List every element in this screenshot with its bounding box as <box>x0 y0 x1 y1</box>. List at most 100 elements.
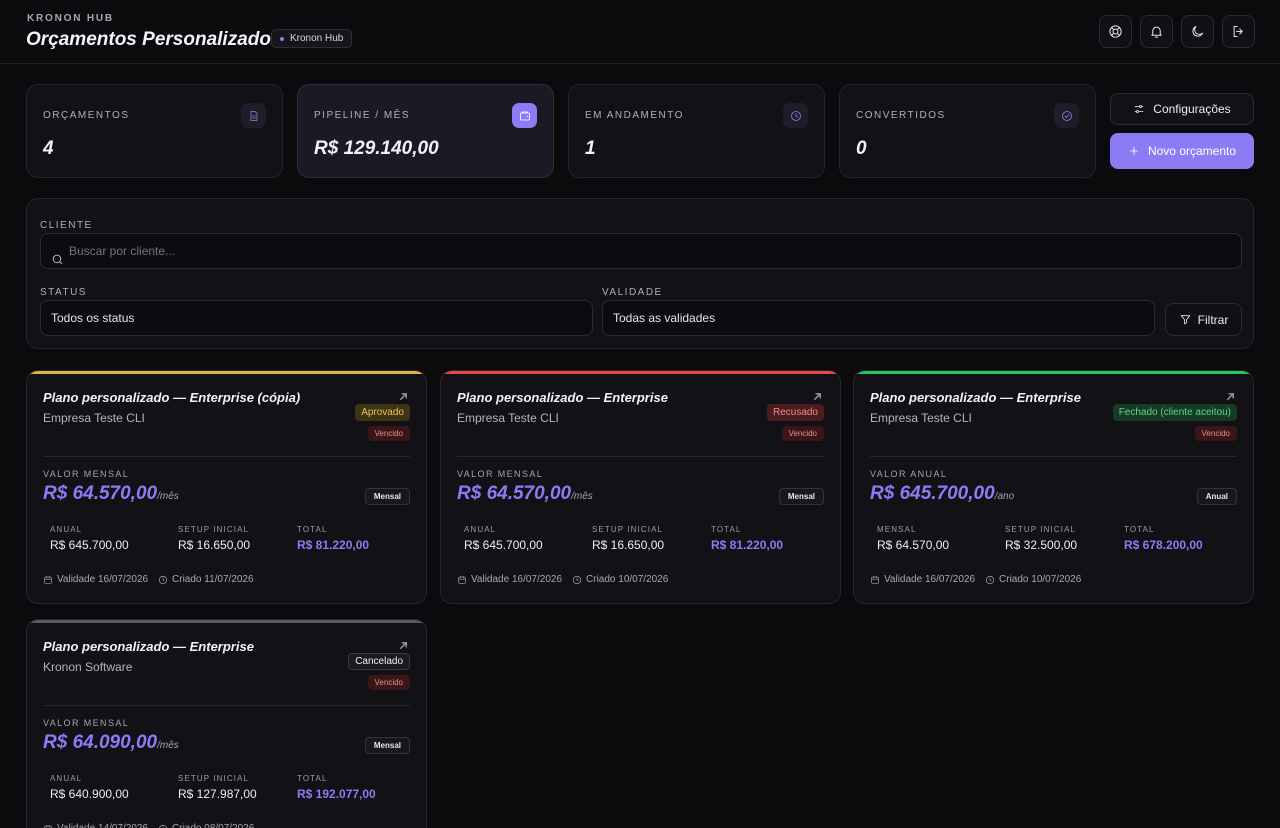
main-value-suffix: /mês <box>157 740 179 751</box>
open-quote-link[interactable] <box>813 388 822 400</box>
stat-label: PIPELINE / MÊS <box>314 110 411 121</box>
clock-icon <box>790 110 801 121</box>
logout-button[interactable] <box>1222 15 1255 48</box>
sub-metric-value: R$ 16.650,00 <box>592 538 665 552</box>
plus-icon <box>1130 147 1138 155</box>
card-divider <box>43 705 410 706</box>
quote-title: Plano personalizado — Enterprise <box>457 390 668 405</box>
status-stripe <box>441 371 840 374</box>
status-badge: Fechado (cliente aceitou) <box>1112 404 1237 421</box>
logout-icon <box>1233 26 1243 37</box>
arrow-up-right-icon <box>814 393 821 400</box>
main-value: R$ 64.570,00/mês <box>43 483 179 505</box>
card-footer: Validade 14/07/2026 Criado 08/07/2026 <box>43 823 254 828</box>
top-bar: KRONON HUB Orçamentos Personalizados Kro… <box>0 0 1280 64</box>
settings-button-label: Configurações <box>1153 102 1231 116</box>
document-icon <box>250 110 257 121</box>
quote-card[interactable]: Plano personalizado — Enterprise (cópia)… <box>26 370 427 604</box>
created-date: Criado 11/07/2026 <box>172 574 254 585</box>
clock-icon <box>572 575 582 584</box>
quote-card[interactable]: Plano personalizado — Enterprise Kronon … <box>26 619 427 828</box>
status-badge: Recusado <box>766 404 824 421</box>
workspace-badge: Kronon Hub <box>271 29 353 48</box>
quote-client: Empresa Teste CLI <box>457 411 559 425</box>
filter-button-label: Filtrar <box>1197 312 1229 327</box>
sub-metric-label: SETUP INICIAL <box>178 774 250 783</box>
search-icon <box>52 254 63 265</box>
card-divider <box>870 456 1237 457</box>
card-divider <box>457 456 824 457</box>
quote-card[interactable]: Plano personalizado — Enterprise Empresa… <box>440 370 841 604</box>
page-title: Orçamentos Personalizados <box>26 29 282 50</box>
funnel-icon <box>1180 315 1190 325</box>
sub-metric-value: R$ 645.700,00 <box>464 538 543 552</box>
support-button[interactable] <box>1099 15 1132 48</box>
validity-filter-label: VALIDADE <box>602 287 663 298</box>
stat-value: 1 <box>585 138 596 159</box>
sub-metric-label: TOTAL <box>297 525 328 534</box>
quote-client: Empresa Teste CLI <box>43 411 145 425</box>
period-badge: Mensal <box>778 488 824 505</box>
sub-metric-label: TOTAL <box>711 525 742 534</box>
sub-metric-label: TOTAL <box>1124 525 1155 534</box>
card-footer: Validade 16/07/2026 Criado 10/07/2026 <box>457 574 668 585</box>
main-value: R$ 64.570,00/mês <box>457 483 593 505</box>
check-circle-icon <box>1061 110 1072 121</box>
sub-metric-value: R$ 64.570,00 <box>877 538 950 552</box>
quote-card[interactable]: Plano personalizado — Enterprise Empresa… <box>853 370 1254 604</box>
status-badge: Aprovado <box>355 404 410 421</box>
sub-metric-label: TOTAL <box>297 774 328 783</box>
client-search-field[interactable] <box>40 233 1242 269</box>
stat-value: R$ 129.140,00 <box>314 138 439 159</box>
created-date: Criado 10/07/2026 <box>999 574 1082 585</box>
sliders-icon <box>1134 105 1144 113</box>
quote-client: Empresa Teste CLI <box>870 411 972 425</box>
sub-metric-label: SETUP INICIAL <box>1005 525 1077 534</box>
arrow-up-right-icon <box>400 393 407 400</box>
support-icon <box>1109 25 1122 38</box>
status-select[interactable]: Todos os status <box>40 300 593 336</box>
theme-toggle-button[interactable] <box>1181 15 1214 48</box>
created-date: Criado 08/07/2026 <box>172 823 254 828</box>
open-quote-link[interactable] <box>1226 388 1235 400</box>
main-value-label: VALOR ANUAL <box>870 469 948 479</box>
validity-select[interactable]: Todas as validades <box>602 300 1155 336</box>
settings-button[interactable]: Configurações <box>1110 93 1254 125</box>
sub-metric-value: R$ 32.500,00 <box>1005 538 1078 552</box>
status-stripe <box>27 620 426 623</box>
sub-metric-label: SETUP INICIAL <box>592 525 664 534</box>
period-badge: Mensal <box>364 737 410 754</box>
sub-metric-total: R$ 81.220,00 <box>297 538 370 552</box>
validity-date: Validade 14/07/2026 <box>57 823 148 828</box>
search-input[interactable] <box>69 234 1229 268</box>
card-divider <box>43 456 410 457</box>
brand-label: KRONON HUB <box>27 13 114 24</box>
stat-label: ORÇAMENTOS <box>43 110 130 121</box>
expired-badge: Vencido <box>781 426 824 441</box>
calendar-icon <box>44 575 52 584</box>
open-quote-link[interactable] <box>399 388 408 400</box>
main-value-label: VALOR MENSAL <box>43 469 130 479</box>
main-value-suffix: /ano <box>994 491 1015 502</box>
card-footer: Validade 16/07/2026 Criado 11/07/2026 <box>43 574 254 585</box>
main-value-amount: R$ 64.570,00 <box>457 483 572 504</box>
sub-metric-label: SETUP INICIAL <box>178 525 250 534</box>
period-badge: Anual <box>1196 488 1237 505</box>
clock-icon <box>158 575 168 584</box>
expired-badge: Vencido <box>1194 426 1237 441</box>
main-value-label: VALOR MENSAL <box>43 718 130 728</box>
quote-client: Kronon Software <box>43 660 133 674</box>
filters-panel: CLIENTE STATUS Todos os status VALIDADE … <box>26 198 1254 349</box>
notifications-button[interactable] <box>1140 15 1173 48</box>
stat-value: 0 <box>856 138 867 159</box>
expired-badge: Vencido <box>367 675 410 690</box>
stat-card-converted: CONVERTIDOS 0 <box>839 84 1096 178</box>
open-quote-link[interactable] <box>399 637 408 649</box>
quote-title: Plano personalizado — Enterprise (cópia) <box>43 390 301 405</box>
filter-button[interactable]: Filtrar <box>1165 303 1242 336</box>
card-footer: Validade 16/07/2026 Criado 10/07/2026 <box>870 574 1081 585</box>
new-quote-button[interactable]: Novo orçamento <box>1110 133 1254 169</box>
validity-date: Validade 16/07/2026 <box>471 574 563 585</box>
stat-label: CONVERTIDOS <box>856 110 946 121</box>
calendar-icon <box>44 824 52 828</box>
